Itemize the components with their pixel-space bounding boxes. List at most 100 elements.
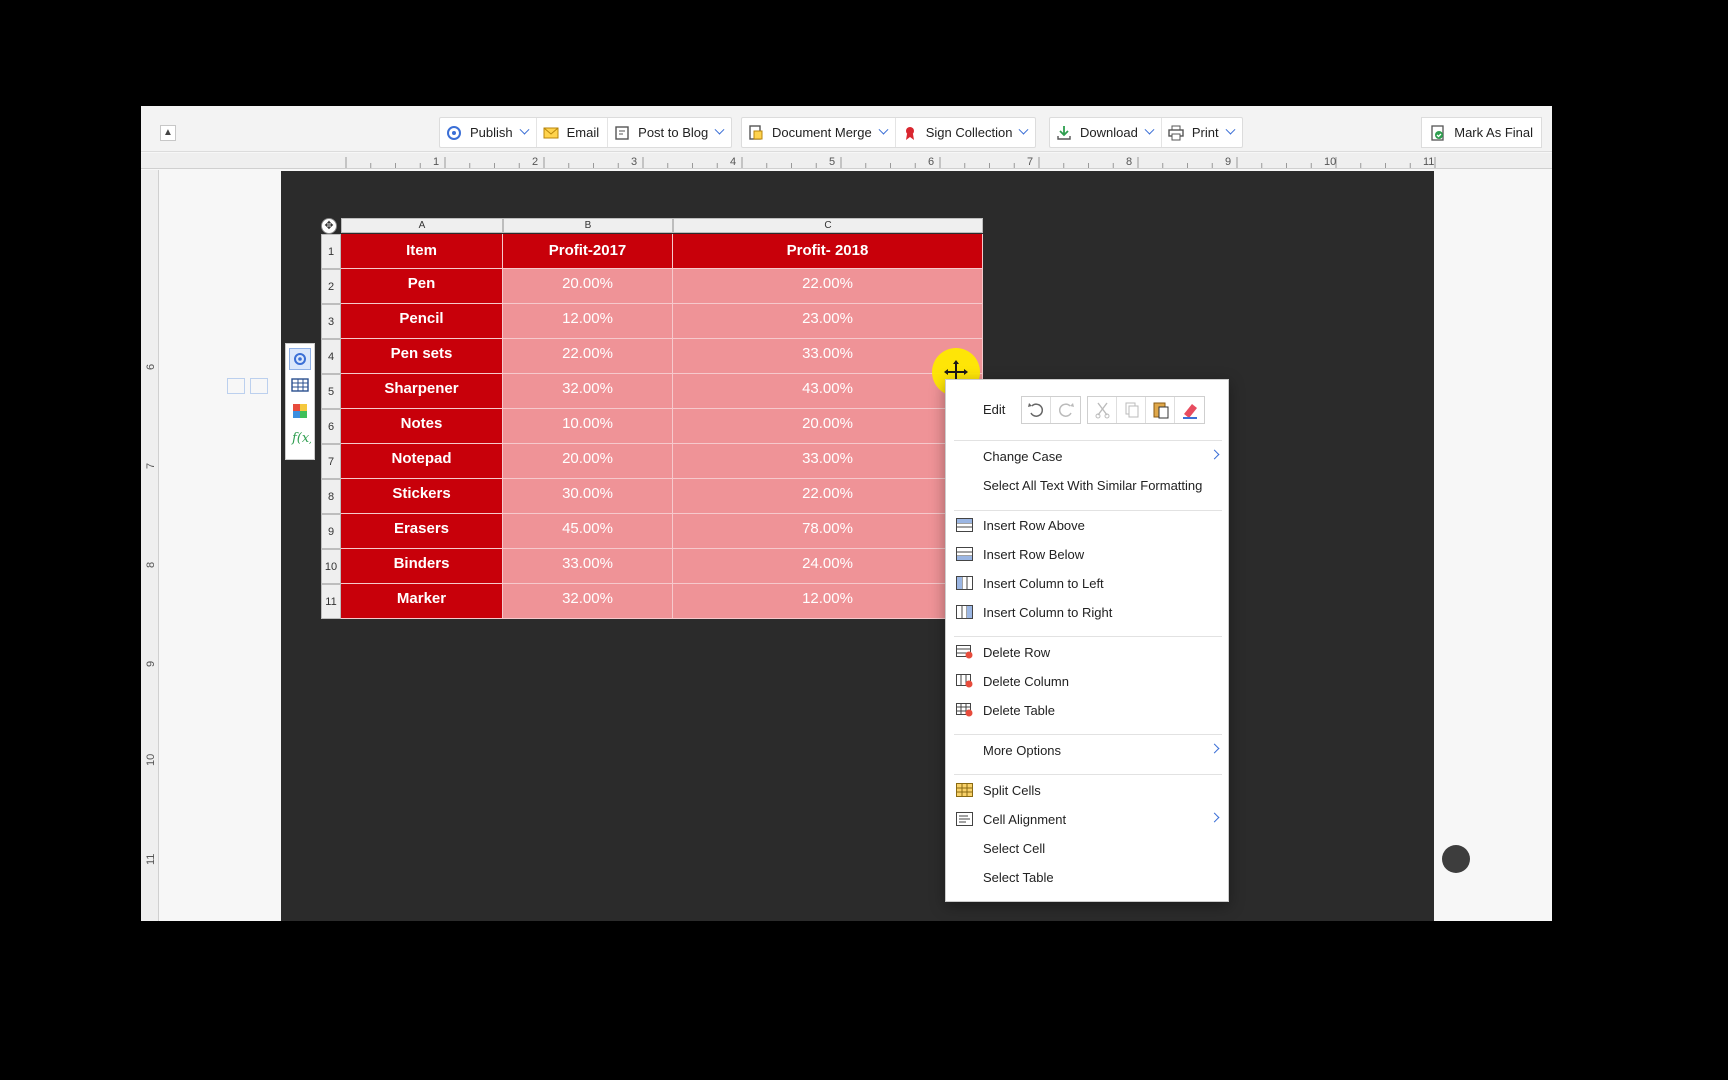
sign-collection-button[interactable]: Sign Collection: [896, 118, 1036, 147]
publish-button[interactable]: Publish: [440, 118, 537, 147]
table-header-cell[interactable]: Profit- 2018: [673, 234, 983, 269]
row-header[interactable]: 1: [321, 234, 341, 269]
column-header[interactable]: C: [673, 218, 983, 233]
cut-icon[interactable]: [1088, 397, 1117, 423]
select-cell-item[interactable]: Select Cell: [946, 835, 1230, 861]
horizontal-ruler[interactable]: 1 2 3 4 5 6 7 8 9 10 11: [141, 153, 1552, 169]
row-header[interactable]: 2: [321, 269, 341, 304]
paste-icon[interactable]: [1146, 397, 1175, 423]
chevron-down-icon[interactable]: [878, 124, 889, 135]
chevron-down-icon[interactable]: [1018, 124, 1029, 135]
table-cell[interactable]: 22.00%: [673, 479, 983, 514]
select-similar-formatting-item[interactable]: Select All Text With Similar Formatting: [946, 472, 1230, 498]
gear-icon[interactable]: [289, 348, 311, 370]
color-palette-icon[interactable]: [289, 400, 311, 422]
cell-alignment-item[interactable]: Cell Alignment: [946, 806, 1230, 832]
chevron-down-icon[interactable]: [1144, 124, 1155, 135]
collapse-toolbar-button[interactable]: ▲: [160, 125, 176, 141]
table-cell[interactable]: Stickers: [341, 479, 503, 514]
insert-column-left-item[interactable]: Insert Column to Left: [946, 570, 1230, 596]
chevron-down-icon[interactable]: [714, 124, 725, 135]
table-cell[interactable]: 78.00%: [673, 514, 983, 549]
table-cell[interactable]: 32.00%: [503, 584, 673, 619]
paragraph-icon[interactable]: [250, 378, 268, 394]
table-cell[interactable]: Sharpener: [341, 374, 503, 409]
document-merge-icon: [748, 124, 764, 141]
change-case-item[interactable]: Change Case: [946, 443, 1230, 469]
chevron-down-icon[interactable]: [519, 124, 530, 135]
download-button[interactable]: Download: [1050, 118, 1162, 147]
table-cell[interactable]: Pencil: [341, 304, 503, 339]
copy-icon[interactable]: [1117, 397, 1146, 423]
split-cells-item[interactable]: Split Cells: [946, 777, 1230, 803]
print-button[interactable]: Print: [1162, 118, 1242, 147]
ruler-label: 2: [532, 156, 538, 168]
post-to-blog-button[interactable]: Post to Blog: [608, 118, 731, 147]
table-cell[interactable]: 20.00%: [503, 444, 673, 479]
column-header[interactable]: B: [503, 218, 673, 233]
table-cell[interactable]: Erasers: [341, 514, 503, 549]
eraser-icon[interactable]: [1175, 397, 1204, 423]
vertical-ruler[interactable]: 6789101112: [141, 170, 159, 921]
table-cell[interactable]: Marker: [341, 584, 503, 619]
row-header[interactable]: 7: [321, 444, 341, 479]
mark-as-final-button[interactable]: Mark As Final: [1421, 117, 1542, 148]
delete-table-item[interactable]: Delete Table: [946, 697, 1230, 723]
insert-row-above-item[interactable]: Insert Row Above: [946, 512, 1230, 538]
table-cell[interactable]: 22.00%: [673, 269, 983, 304]
row-header[interactable]: 9: [321, 514, 341, 549]
table-cell[interactable]: Binders: [341, 549, 503, 584]
undo-icon[interactable]: [1022, 397, 1051, 423]
row-header[interactable]: 10: [321, 549, 341, 584]
email-button[interactable]: Email: [537, 118, 609, 147]
table-cell[interactable]: Notes: [341, 409, 503, 444]
table-cell[interactable]: 23.00%: [673, 304, 983, 339]
table-style-icon[interactable]: [289, 374, 311, 396]
table-cell[interactable]: 12.00%: [673, 584, 983, 619]
delete-column-item[interactable]: Delete Column: [946, 668, 1230, 694]
table-cell[interactable]: 10.00%: [503, 409, 673, 444]
table-cell[interactable]: Pen sets: [341, 339, 503, 374]
printer-icon: [1168, 125, 1184, 141]
table-cell[interactable]: 24.00%: [673, 549, 983, 584]
row-header[interactable]: 11: [321, 584, 341, 619]
row-header[interactable]: 8: [321, 479, 341, 514]
table-cell[interactable]: 22.00%: [503, 339, 673, 374]
row-header[interactable]: 6: [321, 409, 341, 444]
table-cell[interactable]: 33.00%: [503, 549, 673, 584]
row-header[interactable]: 3: [321, 304, 341, 339]
table-cell[interactable]: 45.00%: [503, 514, 673, 549]
email-icon: [543, 125, 559, 141]
delete-row-item[interactable]: Delete Row: [946, 639, 1230, 665]
table-cell[interactable]: Notepad: [341, 444, 503, 479]
row-header[interactable]: 5: [321, 374, 341, 409]
delete-column-icon: [956, 674, 973, 688]
table-cell[interactable]: 20.00%: [503, 269, 673, 304]
insert-row-below-item[interactable]: Insert Row Below: [946, 541, 1230, 567]
more-options-item[interactable]: More Options: [946, 737, 1230, 763]
table-header-cell[interactable]: Profit-2017: [503, 234, 673, 269]
ruler-label: 11: [1423, 156, 1434, 168]
redo-icon[interactable]: [1051, 397, 1080, 423]
table-cell[interactable]: 33.00%: [673, 444, 983, 479]
chevron-down-icon[interactable]: [1225, 124, 1236, 135]
table-cell[interactable]: Pen: [341, 269, 503, 304]
table-header-cell[interactable]: Item: [341, 234, 503, 269]
table-move-handle-icon[interactable]: ✥: [321, 218, 337, 234]
table-cell[interactable]: 30.00%: [503, 479, 673, 514]
select-table-item[interactable]: Select Table: [946, 864, 1230, 890]
scroll-up-button[interactable]: [1442, 845, 1470, 873]
ruler-ticks: 1 2 3 4 5 6 7 8 9 10 11: [345, 156, 1436, 168]
table-cell[interactable]: 32.00%: [503, 374, 673, 409]
document-merge-button[interactable]: Document Merge: [742, 118, 896, 147]
formula-icon[interactable]: f(x): [289, 426, 314, 448]
ruler-label: 1: [433, 156, 439, 168]
insert-column-right-item[interactable]: Insert Column to Right: [946, 599, 1230, 625]
output-group: Download Print: [1049, 117, 1243, 148]
column-header[interactable]: A: [341, 218, 503, 233]
table-cell[interactable]: 20.00%: [673, 409, 983, 444]
row-header[interactable]: 4: [321, 339, 341, 374]
clipboard-box: [1087, 396, 1205, 424]
add-block-icon[interactable]: [227, 378, 245, 394]
table-cell[interactable]: 12.00%: [503, 304, 673, 339]
